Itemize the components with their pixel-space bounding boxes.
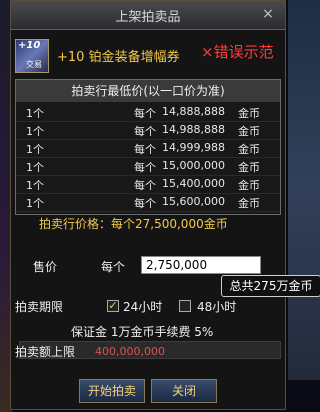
row-currency: 金币 [238,161,260,174]
row-qty: 1个 [26,143,44,156]
row-each: 每个 [134,143,156,156]
close-icon[interactable]: × [259,5,277,23]
row-each: 每个 [134,197,156,210]
price-row: 1个 每个 14,888,888 金币 [16,104,280,122]
price-row: 1个 每个 15,600,000 金币 [16,194,280,212]
price-row: 1个 每个 15,000,000 金币 [16,158,280,176]
row-currency: 金币 [238,125,260,138]
row-price: 14,888,888 [162,105,225,118]
background-side-panel [288,0,320,380]
row-each: 每个 [134,125,156,138]
auction-period-label: 拍卖期限 [15,300,64,314]
item-enhance-level: +10 [18,40,41,51]
row-each: 每个 [134,161,156,174]
row-currency: 金币 [238,143,260,156]
lowest-price-panel: 拍卖行最低价(以一口价为准) 1个 每个 14,888,888 金币 1个 每个… [15,79,281,215]
auction-limit-label: 拍卖额上限 [15,345,76,359]
row-price: 14,999,988 [162,141,225,154]
row-currency: 金币 [238,179,260,192]
dialog-title: 上架拍卖品 [115,10,181,25]
row-currency: 金币 [238,107,260,120]
total-price-tooltip: 总共275万金币 [221,275,320,297]
lowest-price-header: 拍卖行最低价(以一口价为准) [16,80,280,102]
row-qty: 1个 [26,179,44,192]
item-name: +10 铂金装备增幅券 [57,50,180,65]
row-price: 15,600,000 [162,195,225,208]
item-trade-tag: 交易 [26,60,42,69]
auction-reference-price: 拍卖行价格：每个27,500,000金币 [39,217,228,231]
row-qty: 1个 [26,161,44,174]
item-icon: +10 交易 [15,39,49,73]
price-row: 1个 每个 14,988,888 金币 [16,122,280,140]
row-price: 15,000,000 [162,159,225,172]
row-price: 15,400,000 [162,177,225,190]
period-48h-label[interactable]: 48小时 [197,298,236,315]
deposit-fee-text: 保证金 1万金币手续费 5% [71,325,214,339]
row-qty: 1个 [26,197,44,210]
auction-listing-dialog: 上架拍卖品 × +10 交易 +10 铂金装备增幅券 ×错误示范 拍卖行最低价(… [10,0,320,410]
dialog-titlebar[interactable]: 上架拍卖品 × [11,1,285,30]
sell-price-label: 售价 [33,260,58,274]
price-row: 1个 每个 15,400,000 金币 [16,176,280,194]
close-button[interactable]: 关闭 [151,379,217,403]
period-24h-checkbox[interactable]: ✓ [107,300,119,312]
row-currency: 金币 [238,197,260,210]
price-row: 1个 每个 14,999,988 金币 [16,140,280,158]
row-price: 14,988,888 [162,123,225,136]
start-auction-button[interactable]: 开始拍卖 [79,379,145,403]
price-input[interactable]: 2,750,000 [141,256,261,274]
period-24h-label[interactable]: 24小时 [123,298,162,315]
row-qty: 1个 [26,107,44,120]
row-each: 每个 [134,107,156,120]
wrong-example-label: ×错误示范 [201,43,274,61]
row-each: 每个 [134,179,156,192]
per-unit-label: 每个 [101,260,126,274]
auction-limit-value: 400,000,000 [95,345,165,358]
row-qty: 1个 [26,125,44,138]
period-48h-checkbox[interactable] [179,300,191,312]
